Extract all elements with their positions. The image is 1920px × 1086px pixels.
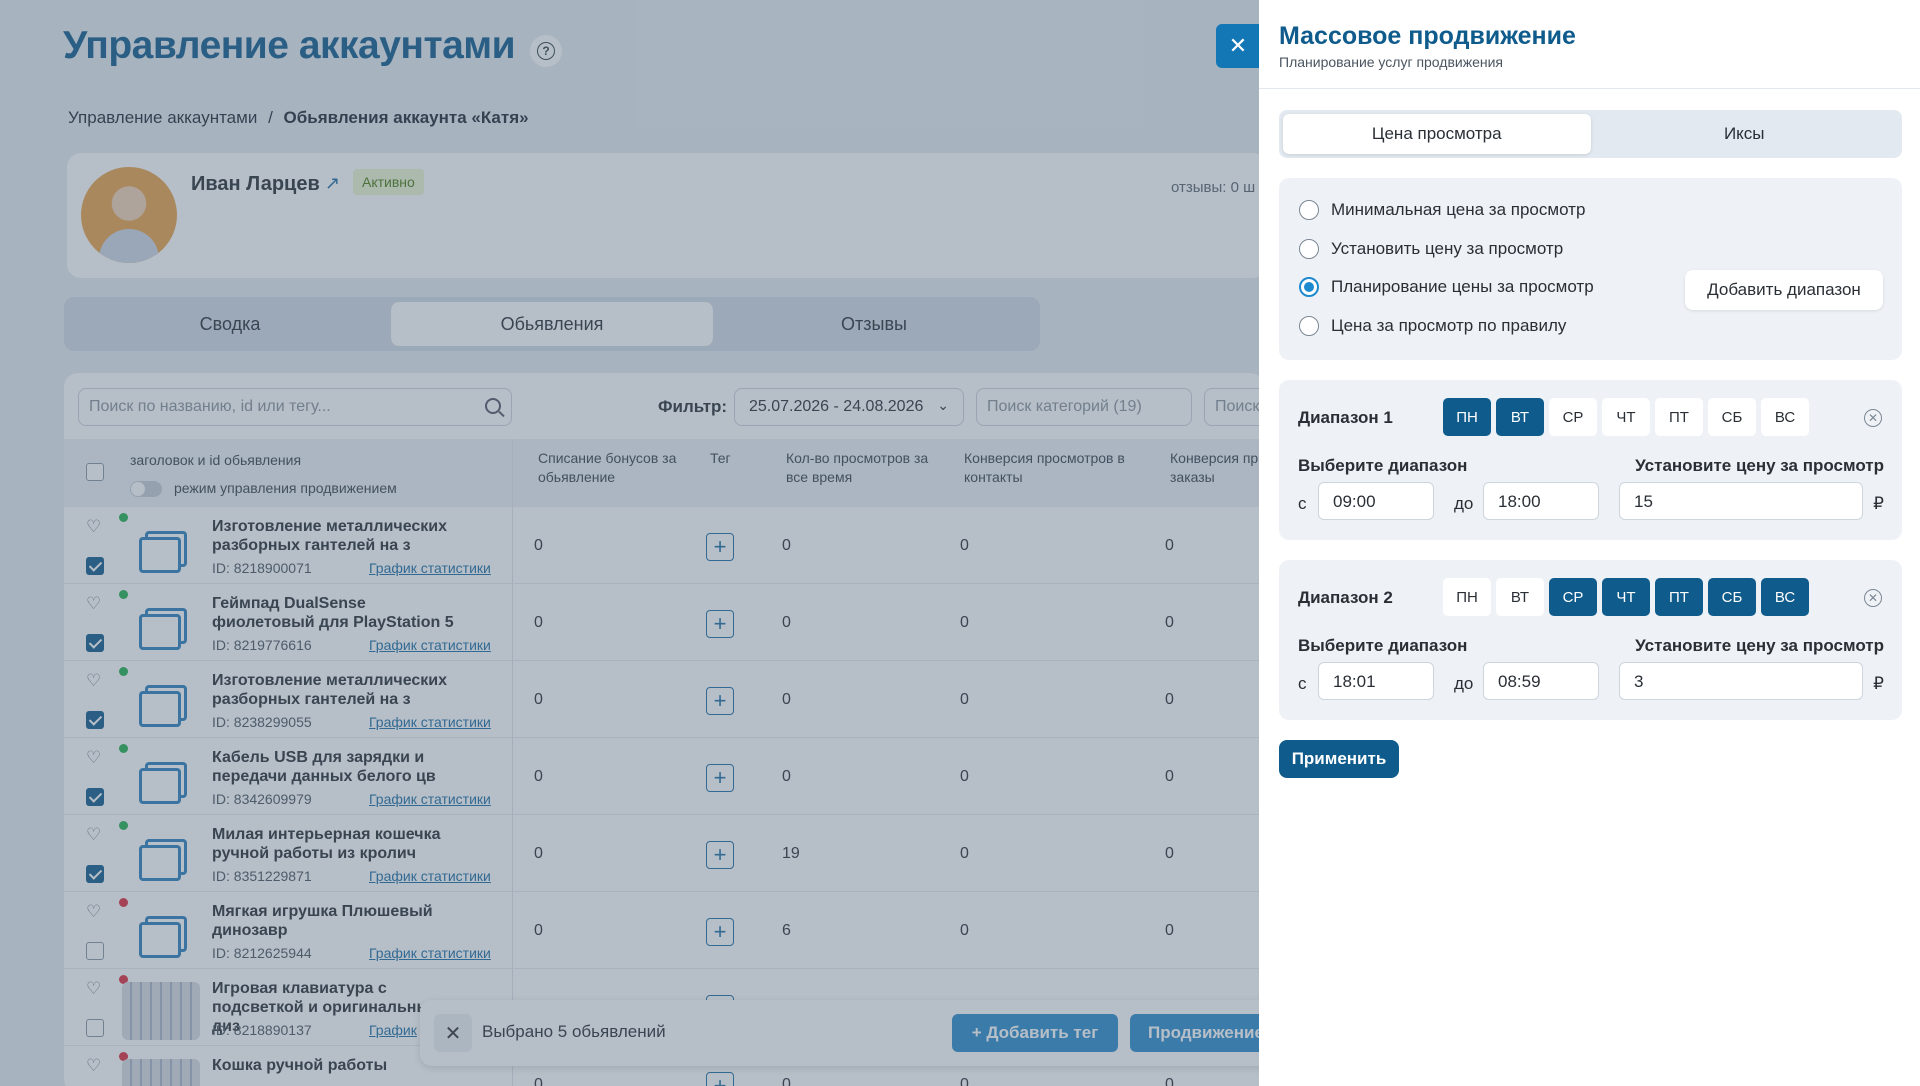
- day-toggle[interactable]: ПН: [1443, 398, 1491, 436]
- radio-label: Минимальная цена за просмотр: [1331, 200, 1586, 219]
- day-toggle[interactable]: СР: [1549, 578, 1597, 616]
- radio-option[interactable]: Планирование цены за просмотр: [1299, 275, 1594, 299]
- radio-option[interactable]: Установить цену за просмотр: [1299, 237, 1563, 261]
- radio-label: Цена за просмотр по правилу: [1331, 315, 1567, 335]
- price-input[interactable]: 15: [1619, 482, 1863, 520]
- price-mode-segmented-control: Цена просмотра Иксы: [1279, 110, 1902, 158]
- segment-1[interactable]: Иксы: [1591, 114, 1899, 154]
- range-label: Выберите диапазон: [1298, 456, 1468, 475]
- segment-0[interactable]: Цена просмотра: [1283, 114, 1591, 154]
- radio-button[interactable]: [1299, 200, 1319, 220]
- day-toggle[interactable]: ЧТ: [1602, 578, 1650, 616]
- radio-button[interactable]: [1299, 238, 1319, 259]
- time-to-input[interactable]: 18:00: [1483, 482, 1599, 520]
- panel-subtitle: Планирование услуг продвижения: [1279, 54, 1503, 70]
- remove-range-icon[interactable]: ✕: [1864, 409, 1882, 427]
- weekday-selector: ПН ВТ СР ЧТ ПТ СБ ВС: [1443, 578, 1809, 616]
- time-from-input[interactable]: 18:01: [1318, 662, 1434, 700]
- currency-symbol: ₽: [1873, 494, 1884, 513]
- panel-title: Массовое продвижение: [1279, 22, 1576, 50]
- radio-option[interactable]: Цена за просмотр по правилу: [1299, 314, 1566, 338]
- to-label: до: [1454, 674, 1474, 693]
- day-toggle[interactable]: ВТ: [1496, 578, 1544, 616]
- from-label: с: [1298, 674, 1307, 693]
- range-label: Выберите диапазон: [1298, 636, 1468, 655]
- radio-button[interactable]: [1299, 315, 1319, 336]
- from-label: с: [1298, 494, 1307, 513]
- day-toggle[interactable]: СР: [1549, 398, 1597, 436]
- radio-label: Планирование цены за просмотр: [1331, 277, 1594, 296]
- modal-backdrop[interactable]: [0, 0, 1260, 1086]
- range-title: Диапазон 2: [1298, 588, 1393, 607]
- day-toggle[interactable]: СБ: [1708, 578, 1756, 616]
- radio-label: Установить цену за просмотр: [1331, 238, 1564, 258]
- to-label: до: [1454, 494, 1474, 513]
- time-to-input[interactable]: 08:59: [1483, 662, 1599, 700]
- apply-button[interactable]: Применить: [1279, 740, 1399, 778]
- currency-symbol: ₽: [1873, 674, 1884, 693]
- range-title: Диапазон 1: [1298, 408, 1393, 427]
- price-input[interactable]: 3: [1619, 662, 1863, 700]
- close-panel-button[interactable]: ✕: [1216, 24, 1260, 68]
- price-label: Установите цену за просмотр: [1635, 456, 1884, 475]
- radio-button[interactable]: [1299, 277, 1319, 297]
- day-toggle[interactable]: ВС: [1761, 398, 1809, 436]
- range-card: Диапазон 1 ПН ВТ СР ЧТ ПТ СБ ВС ✕ Выберите диапаз…: [1279, 380, 1902, 540]
- radio-option[interactable]: Минимальная цена за просмотр: [1299, 198, 1585, 222]
- price-label: Установите цену за просмотр: [1635, 636, 1884, 655]
- weekday-selector: ПН ВТ СР ЧТ ПТ СБ ВС: [1443, 398, 1809, 436]
- day-toggle[interactable]: ПТ: [1655, 398, 1703, 436]
- day-toggle[interactable]: ЧТ: [1602, 398, 1650, 436]
- mass-promotion-panel: Массовое продвижение Планирование услуг …: [1259, 0, 1920, 1086]
- price-strategy-options: Добавить диапазон Минимальная цена за пр…: [1279, 178, 1902, 360]
- panel-header: Массовое продвижение Планирование услуг …: [1259, 0, 1920, 89]
- time-from-input[interactable]: 09:00: [1318, 482, 1434, 520]
- day-toggle[interactable]: ПН: [1443, 578, 1491, 616]
- day-toggle[interactable]: ВТ: [1496, 398, 1544, 436]
- remove-range-icon[interactable]: ✕: [1864, 589, 1882, 607]
- day-toggle[interactable]: ВС: [1761, 578, 1809, 616]
- day-toggle[interactable]: ПТ: [1655, 578, 1703, 616]
- add-range-button[interactable]: Добавить диапазон: [1685, 270, 1883, 310]
- range-card: Диапазон 2 ПН ВТ СР ЧТ ПТ СБ ВС ✕ Выберите диапаз…: [1279, 560, 1902, 720]
- close-icon: ✕: [1228, 33, 1248, 58]
- day-toggle[interactable]: СБ: [1708, 398, 1756, 436]
